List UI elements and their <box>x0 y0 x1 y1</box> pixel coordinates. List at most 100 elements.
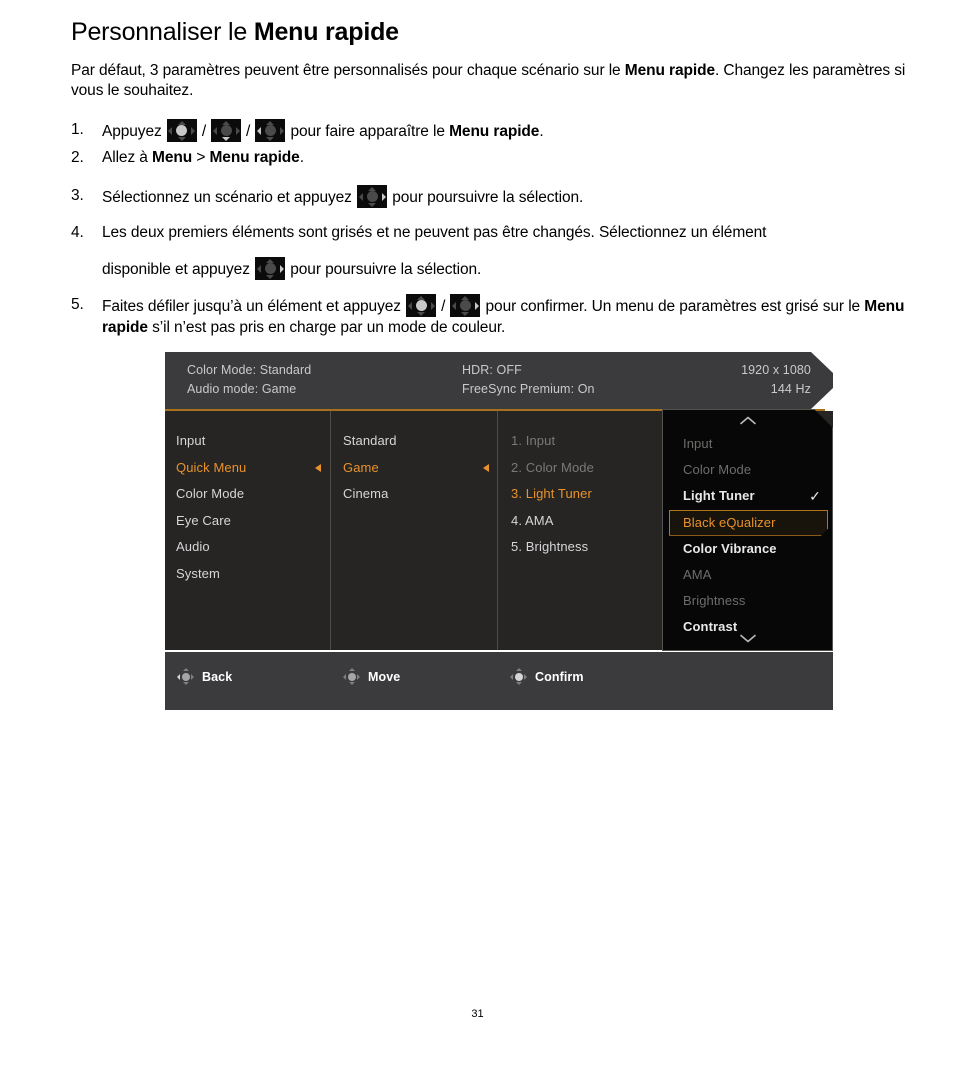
osd-menu-item-highlighted[interactable]: Black eQualizer <box>663 509 833 536</box>
step-1-bold: Menu rapide <box>449 123 540 140</box>
separator: / <box>201 123 207 140</box>
osd-menu-item-label: Audio <box>176 539 210 554</box>
dpad-center-icon <box>406 294 437 317</box>
osd-menu-item-label: AMA <box>683 566 712 582</box>
osd-menu-item-label: Standard <box>343 433 397 448</box>
osd-menu-item: Color Mode <box>663 457 833 483</box>
osd-menu-item[interactable]: Cinema <box>343 481 497 508</box>
status-color-mode: Color Mode: Standard <box>187 363 312 377</box>
osd-menu-body: Input Quick Menu Color Mode Eye Care Audio Sy… <box>165 409 833 651</box>
page-title: Personnaliser le Menu rapide <box>71 18 933 47</box>
dpad-right-icon <box>450 294 481 317</box>
step-number: 2. <box>71 149 84 166</box>
submenu-arrow-icon <box>315 464 321 473</box>
osd-menu-column-4: Input Color Mode Light Tuner ✓ Black eQualiz… <box>662 409 833 651</box>
step-3-text-a: Sélectionnez un scénario et appuyez <box>102 189 357 206</box>
submenu-arrow-icon <box>483 464 489 473</box>
separator: / <box>441 298 446 315</box>
step-5-text-c: s’il n’est pas pris en charge par un mod… <box>147 319 506 336</box>
dpad-center-icon <box>510 668 527 685</box>
intro-paragraph: Par défaut, 3 paramètres peuvent être pe… <box>71 61 933 101</box>
page-title-bold: Menu rapide <box>253 18 399 46</box>
osd-menu-item-label: Brightness <box>683 593 746 609</box>
osd-menu-item-label: Eye Care <box>176 512 231 528</box>
osd-menu-item-label: Quick Menu <box>176 459 247 475</box>
step-5-text-a: Faites défiler jusqu’à un élément et app… <box>102 298 406 315</box>
dpad-updown-icon <box>343 668 360 685</box>
step-item-1: 1. Appuyez / / pour faire apparaître le Me… <box>71 119 933 142</box>
osd-menu-item[interactable]: Input <box>176 428 330 455</box>
osd-menu-column-3: 1. Input 2. Color Mode 3. Light Tuner 4. AM… <box>497 411 662 650</box>
osd-menu-item: Brightness <box>663 588 833 614</box>
osd-menu-item[interactable]: Audio <box>176 534 330 561</box>
osd-menu-item-label: Light Tuner <box>683 488 755 504</box>
intro-text-a: Par défaut, 3 paramètres peuvent être pe… <box>71 62 625 79</box>
step-4-text-a: Les deux premiers éléments sont grisés e… <box>102 224 767 241</box>
osd-menu-item: Input <box>663 431 833 457</box>
osd-column-4-list: Input Color Mode Light Tuner ✓ Black eQualiz… <box>663 431 833 641</box>
step-number: 5. <box>71 296 84 313</box>
osd-menu-item[interactable]: Quick Menu <box>176 455 330 482</box>
osd-menu-item-label: 2. Color Mode <box>511 459 594 475</box>
osd-menu-item-label: System <box>176 565 220 581</box>
footer-action-move[interactable]: Move <box>343 668 400 685</box>
footer-action-confirm[interactable]: Confirm <box>510 668 584 685</box>
osd-menu-item[interactable]: Light Tuner ✓ <box>663 483 833 509</box>
step-number: 3. <box>71 187 84 204</box>
step-4-text-b: disponible et appuyez <box>102 261 255 278</box>
osd-menu-item-label: Game <box>343 459 379 475</box>
osd-menu-column-2: Standard Game Cinema <box>330 411 497 650</box>
status-resolution: 1920 x 1080 <box>741 363 811 377</box>
osd-menu-item-label: 3. Light Tuner <box>511 486 592 501</box>
osd-menu-item[interactable]: Color Vibrance <box>663 536 833 562</box>
step-item-4: 4. Les deux premiers éléments sont grisés… <box>71 222 933 280</box>
osd-menu-item-label: Cinema <box>343 486 389 501</box>
step-2-bold-b: Menu rapide <box>209 149 300 166</box>
osd-menu-item-label: 4. AMA <box>511 512 554 528</box>
status-audio-mode: Audio mode: Game <box>187 382 297 396</box>
step-4-line-2: disponible et appuyez pour poursuivre la… <box>102 257 933 280</box>
step-2-text-b: > <box>192 149 210 166</box>
steps-list: 1. Appuyez / / pour faire apparaître le Me… <box>71 119 933 338</box>
osd-menu-item: 2. Color Mode <box>511 455 662 482</box>
step-item-5: 5. Faites défiler jusqu’à un élément et a… <box>71 294 933 338</box>
step-4-text-c: pour poursuivre la sélection. <box>286 261 482 278</box>
step-2-text-c: . <box>299 149 304 166</box>
osd-menu-item-label: Black eQualizer <box>683 514 776 530</box>
checkmark-icon: ✓ <box>809 488 821 505</box>
document-body: Personnaliser le Menu rapide Par défaut,… <box>71 18 933 338</box>
osd-menu-item-label: Color Mode <box>176 486 245 501</box>
status-refresh-rate: 144 Hz <box>770 382 811 396</box>
step-5-text-b: pour confirmer. Un menu de paramètres es… <box>481 298 865 315</box>
footer-label-back: Back <box>202 669 233 684</box>
osd-status-row-bottom: Audio mode: Game FreeSync Premium: On 14… <box>187 382 811 396</box>
step-item-2: 2. Allez à Menu > Menu rapide. <box>71 147 933 168</box>
osd-status-row-top: Color Mode: Standard HDR: OFF 1920 x 108… <box>187 363 811 377</box>
step-2-text-a: Allez à <box>102 149 153 166</box>
scroll-up-chevron-icon[interactable] <box>739 416 756 425</box>
osd-menu-item[interactable]: Game <box>343 455 497 482</box>
osd-menu-column-1: Input Quick Menu Color Mode Eye Care Audio Sy… <box>165 411 330 650</box>
osd-menu-item[interactable]: 5. Brightness <box>511 534 662 561</box>
step-1-text-a: Appuyez <box>102 123 166 140</box>
scroll-down-chevron-icon[interactable] <box>739 634 756 643</box>
osd-menu-item[interactable]: Standard <box>343 428 497 455</box>
osd-menu-item[interactable]: 3. Light Tuner <box>511 481 662 508</box>
footer-label-confirm: Confirm <box>535 669 584 684</box>
step-item-3: 3. Sélectionnez un scénario et appuyez po… <box>71 185 933 208</box>
step-1-text-c: . <box>539 123 544 140</box>
osd-menu-item[interactable]: System <box>176 561 330 588</box>
osd-menu-item[interactable]: 4. AMA <box>511 508 662 535</box>
osd-menu-item-label: 1. Input <box>511 433 556 448</box>
footer-action-back[interactable]: Back <box>177 668 232 685</box>
osd-status-header <box>165 352 833 409</box>
footer-label-move: Move <box>368 669 401 684</box>
osd-column-4-panel: Input Color Mode Light Tuner ✓ Black eQualiz… <box>662 409 833 651</box>
dpad-down-icon <box>211 119 242 142</box>
step-number: 4. <box>71 224 84 241</box>
osd-menu-item[interactable]: Color Mode <box>176 481 330 508</box>
status-freesync: FreeSync Premium: On <box>462 382 595 396</box>
osd-menu-item-label: Input <box>176 433 206 448</box>
osd-menu-item-label: Contrast <box>683 619 738 635</box>
osd-menu-item[interactable]: Eye Care <box>176 508 330 535</box>
